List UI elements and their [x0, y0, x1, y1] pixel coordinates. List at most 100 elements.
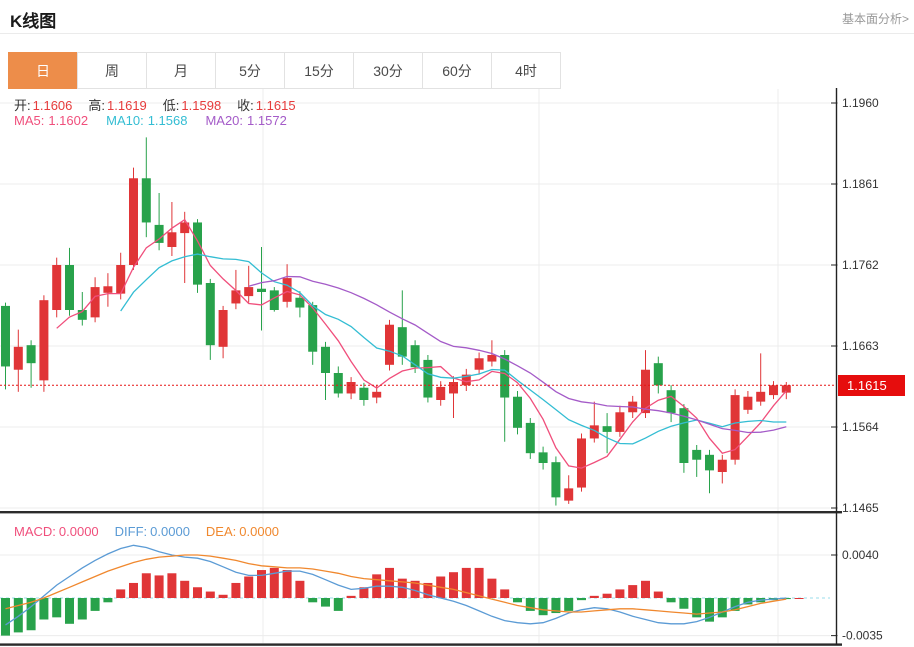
macd-bar [500, 589, 509, 598]
candle-body [756, 392, 765, 402]
tab-15min[interactable]: 15分 [284, 52, 354, 89]
candle-body [231, 290, 240, 303]
chart-bottom-border [0, 643, 842, 645]
diff-value: 0.0000 [150, 524, 190, 539]
macd-bar [539, 598, 548, 615]
macd-bar [103, 598, 112, 602]
ma10-label: MA10: [106, 113, 144, 128]
dea-line [6, 555, 787, 614]
candle-body [436, 387, 445, 400]
candle-body [411, 345, 420, 367]
candle-body [283, 278, 292, 302]
macd-bar [219, 595, 228, 598]
macd-bar [347, 596, 356, 598]
tab-week[interactable]: 周 [77, 52, 147, 89]
y-axis-label: 1.1663 [842, 339, 879, 353]
macd-bar [603, 594, 612, 598]
dea-value: 0.0000 [239, 524, 279, 539]
candle-body [449, 382, 458, 393]
candle-body [577, 438, 586, 487]
candle-body [52, 265, 61, 310]
tab-month[interactable]: 月 [146, 52, 216, 89]
diff-line [6, 545, 787, 625]
candle-body [423, 360, 432, 398]
ohlc-low: 低:1.1598 [163, 98, 221, 113]
macd-bar [78, 598, 87, 620]
y-axis-label: 1.1762 [842, 258, 879, 272]
tab-day[interactable]: 日 [8, 52, 78, 89]
candle-body [1, 306, 10, 367]
macd-bar [718, 598, 727, 617]
macd-legend: MACD:0.0000DIFF:0.0000DEA:0.0000 [14, 524, 295, 539]
open-label: 开: [14, 98, 31, 113]
candle-body [103, 286, 112, 293]
candle-body [615, 412, 624, 432]
macd-bar [385, 568, 394, 598]
macd-bar [334, 598, 343, 611]
macd-bar [475, 568, 484, 598]
macd-bar [283, 570, 292, 598]
dea-label: DEA: [206, 524, 236, 539]
candle-body [27, 345, 36, 363]
macd-bar [116, 589, 125, 598]
dea-value-legend: DEA:0.0000 [206, 524, 279, 539]
candle-body [551, 462, 560, 497]
fundamental-analysis-link[interactable]: 基本面分析> [842, 10, 909, 27]
macd-bar [52, 598, 61, 617]
macd-bar [487, 579, 496, 598]
macd-bar [590, 596, 599, 598]
y-axis-label: -0.0035 [842, 629, 883, 643]
macd-bar [129, 583, 138, 598]
ohlc-close: 收:1.1615 [237, 98, 295, 113]
candle-body [526, 423, 535, 453]
pane-divider [0, 511, 842, 513]
macd-bar [308, 598, 317, 602]
candle-body [14, 347, 23, 370]
close-label: 收: [237, 98, 254, 113]
candle-body [65, 265, 74, 310]
macd-bar [615, 589, 624, 598]
ma-legend: MA5:1.1602 MA10:1.1568 MA20: 1.1572 [14, 113, 305, 128]
candle-body [359, 388, 368, 400]
ma20-label: MA20: [205, 113, 243, 128]
y-axis-label: 1.1960 [842, 96, 879, 110]
candle-body [321, 347, 330, 373]
macd-bar [14, 598, 23, 632]
candle-body [705, 455, 714, 471]
ohlc-high: 高:1.1619 [88, 98, 146, 113]
macd-bar [577, 598, 586, 600]
candle-body [564, 488, 573, 500]
macd-bar [180, 581, 189, 598]
ma5-legend: MA5:1.1602 [14, 113, 88, 128]
macd-bar [795, 598, 804, 599]
candle-body [244, 287, 253, 296]
candle-body [219, 310, 228, 347]
kline-widget: 1.19601.18611.17621.16631.15641.14650.00… [0, 0, 914, 647]
interval-tabbar: 日周月5分15分30分60分4时 [8, 52, 561, 89]
candle-body [372, 392, 381, 398]
candle-body [539, 452, 548, 463]
candle-body [667, 390, 676, 413]
macd-bar [526, 598, 535, 611]
ma10-legend: MA10:1.1568 [106, 113, 187, 128]
macd-value: 0.0000 [59, 524, 99, 539]
macd-bar [65, 598, 74, 624]
candle-body [206, 283, 215, 345]
candle-body [743, 397, 752, 410]
y-axis-label: 1.1861 [842, 177, 879, 191]
tab-60min[interactable]: 60分 [422, 52, 492, 89]
macd-bar [654, 592, 663, 598]
macd-bar [564, 598, 573, 611]
ohlc-legend: 开:1.1606高:1.1619低:1.1598收:1.1615 [14, 95, 312, 114]
ma5-value: 1.1602 [48, 113, 88, 128]
candle-body [654, 363, 663, 385]
ma20-value: 1.1572 [247, 113, 287, 128]
header-divider [0, 33, 914, 34]
macd-bar [39, 598, 48, 620]
tab-5min[interactable]: 5分 [215, 52, 285, 89]
candle-body [91, 287, 100, 317]
tab-4hour[interactable]: 4时 [491, 52, 561, 89]
tab-30min[interactable]: 30分 [353, 52, 423, 89]
macd-bar [1, 598, 10, 636]
macd-bar [641, 581, 650, 598]
